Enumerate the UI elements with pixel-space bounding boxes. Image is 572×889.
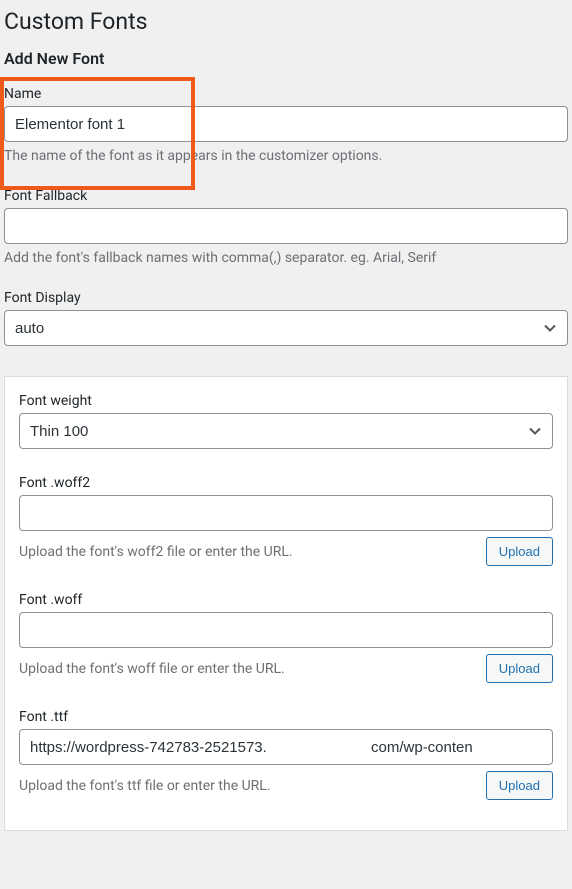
fallback-input[interactable] — [4, 208, 568, 244]
section-title: Add New Font — [4, 49, 568, 68]
display-field-block: Font Display auto — [4, 290, 568, 346]
woff2-input[interactable] — [19, 495, 553, 531]
woff-input[interactable] — [19, 612, 553, 648]
name-label: Name — [4, 86, 568, 102]
ttf-help: Upload the font's ttf file or enter the … — [19, 778, 271, 794]
ttf-input[interactable] — [19, 729, 553, 765]
font-variation-panel: Font weight Thin 100 Font .woff2 Upload … — [4, 376, 568, 831]
woff-help: Upload the font's woff file or enter the… — [19, 661, 285, 677]
name-input[interactable] — [4, 106, 568, 142]
page-title: Custom Fonts — [4, 8, 568, 35]
weight-select[interactable]: Thin 100 — [19, 413, 553, 449]
ttf-upload-button[interactable]: Upload — [486, 771, 553, 800]
name-help: The name of the font as it appears in th… — [4, 148, 568, 164]
woff2-label: Font .woff2 — [19, 475, 553, 491]
woff-field-block: Font .woff Upload the font's woff file o… — [19, 592, 553, 683]
woff2-upload-button[interactable]: Upload — [486, 537, 553, 566]
name-field-block: Name The name of the font as it appears … — [4, 86, 568, 164]
woff-label: Font .woff — [19, 592, 553, 608]
weight-label: Font weight — [19, 393, 553, 409]
fallback-label: Font Fallback — [4, 188, 568, 204]
ttf-label: Font .ttf — [19, 709, 553, 725]
woff-upload-button[interactable]: Upload — [486, 654, 553, 683]
fallback-help: Add the font's fallback names with comma… — [4, 250, 568, 266]
ttf-field-block: Font .ttf Upload the font's ttf file or … — [19, 709, 553, 800]
weight-field-block: Font weight Thin 100 — [19, 393, 553, 449]
fallback-field-block: Font Fallback Add the font's fallback na… — [4, 188, 568, 266]
display-label: Font Display — [4, 290, 568, 306]
woff2-help: Upload the font's woff2 file or enter th… — [19, 544, 293, 560]
woff2-field-block: Font .woff2 Upload the font's woff2 file… — [19, 475, 553, 566]
display-select[interactable]: auto — [4, 310, 568, 346]
